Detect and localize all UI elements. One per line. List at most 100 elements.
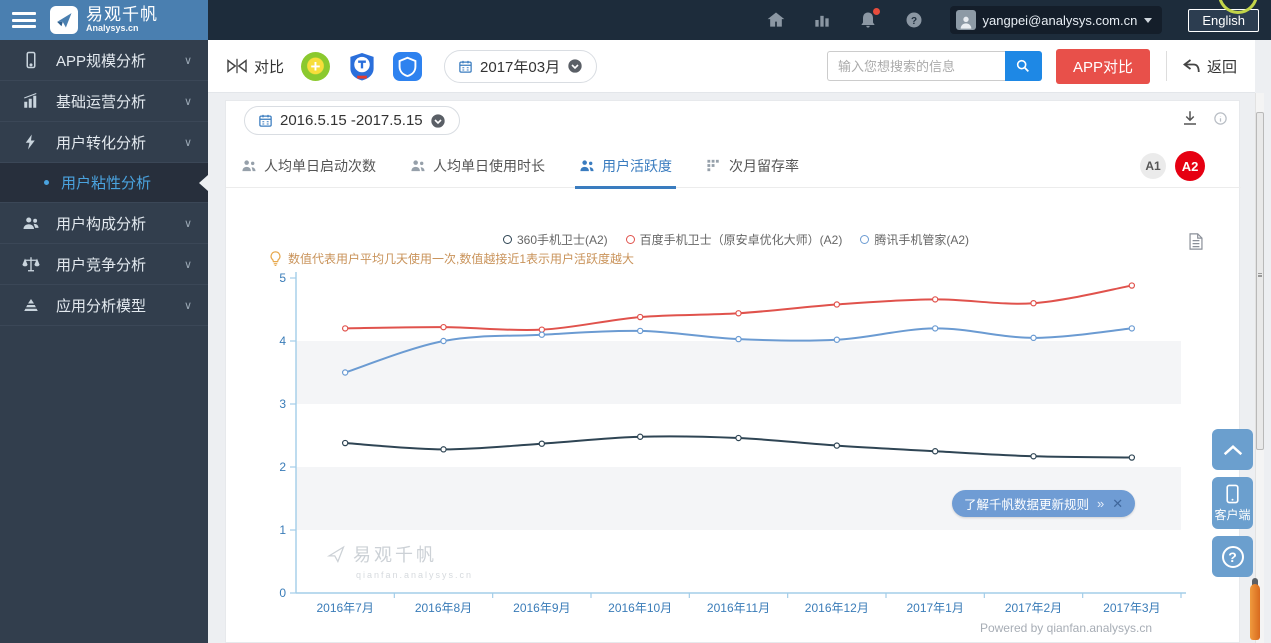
mobile-client-button[interactable]: 客户端 [1212, 477, 1253, 529]
date-range-selector[interactable]: 2016.5.15 -2017.5.15 [244, 106, 460, 135]
chevron-down-icon: ∨ [183, 217, 192, 230]
data-point[interactable] [440, 337, 447, 345]
sidebar-subitem-label: 用户粘性分析 [61, 175, 152, 192]
data-point[interactable] [931, 296, 939, 303]
x-tick-label: 2016年9月 [513, 601, 570, 615]
month-selector[interactable]: 2017年03月 [444, 49, 598, 83]
tab-next-month-retention[interactable]: 次月留存率 [706, 144, 799, 188]
legend-item[interactable]: 腾讯手机管家(A2) [860, 231, 969, 248]
chevron-down-icon: ∨ [183, 95, 192, 108]
compare-toggle[interactable]: 对比 [226, 56, 284, 77]
user-account-dropdown[interactable]: yangpei@analysys.com.cn [949, 6, 1163, 34]
back-label: 返回 [1206, 58, 1237, 76]
data-point[interactable] [636, 433, 644, 440]
legend-item[interactable]: 百度手机卫士（原安卓优化大师）(A2) [625, 231, 842, 248]
user-email: yangpei@analysys.com.cn [982, 12, 1138, 28]
sidebar-item-user-composition[interactable]: 用户构成分析 ∨ [0, 203, 208, 244]
legend-ring-icon [502, 235, 512, 244]
series-line[interactable] [345, 284, 1133, 332]
x-tick-label: 2017年2月 [1005, 601, 1062, 615]
sidebar-item-label: 用户构成分析 [56, 215, 147, 233]
data-point[interactable] [833, 301, 841, 308]
back-button[interactable]: 返回 [1182, 56, 1237, 77]
home-icon[interactable] [766, 10, 786, 30]
scale-icon [22, 255, 40, 273]
data-point[interactable] [1128, 454, 1136, 461]
data-point[interactable] [538, 331, 546, 338]
sidebar-subitem-user-stickiness-active[interactable]: 用户粘性分析 [0, 163, 208, 203]
tab-daily-launches[interactable]: 人均单日启动次数 [241, 144, 376, 188]
page-scrollbar [1255, 93, 1264, 643]
y-tick-label: 4 [279, 334, 286, 348]
y-tick-label: 5 [279, 271, 286, 285]
data-point[interactable] [735, 335, 742, 343]
stats-icon[interactable] [812, 10, 832, 30]
badge-a2[interactable]: A2 [1175, 151, 1205, 181]
sidebar-item-app-scale[interactable]: APP规模分析 ∨ [0, 40, 208, 81]
data-point[interactable] [1030, 300, 1037, 307]
update-rules-tooltip[interactable]: 了解千帆数据更新规则 » ✕ [952, 490, 1136, 517]
app-toolbar: 对比 + 2017年03月 APP对比 返回 [208, 40, 1255, 93]
data-point[interactable] [1128, 282, 1136, 289]
sidebar-item-label: 应用分析模型 [56, 297, 147, 315]
back-to-top-button[interactable] [1212, 429, 1253, 470]
data-point[interactable] [1030, 334, 1037, 342]
data-point[interactable] [833, 336, 841, 343]
app-icon-baidu-guard[interactable] [347, 52, 376, 81]
data-point[interactable] [341, 439, 349, 447]
tab-user-activity[interactable]: 用户活跃度 [575, 144, 676, 189]
data-point[interactable] [538, 440, 546, 447]
data-point[interactable] [1128, 325, 1136, 332]
search-button[interactable] [1004, 51, 1042, 81]
bullet-dot-icon [44, 180, 49, 185]
notifications-bell-icon[interactable] [858, 8, 880, 30]
y-tick-label: 3 [279, 397, 286, 411]
data-point[interactable] [833, 442, 841, 449]
data-point[interactable] [735, 434, 742, 442]
chevron-down-icon: ∨ [183, 54, 192, 67]
chart-note: 数值代表用户平均几天使用一次,数值越接近1表示用户活跃度越大 [269, 250, 634, 267]
sidebar-item-basic-operation[interactable]: 基础运营分析 ∨ [0, 81, 208, 122]
legend-item[interactable]: 360手机卫士(A2) [502, 231, 608, 248]
brand-title: 易观千帆 [86, 5, 158, 25]
data-point[interactable] [341, 369, 349, 376]
x-tick-label: 2016年8月 [415, 601, 472, 615]
calendar-icon [459, 60, 472, 73]
tooltip-more-arrow[interactable]: » [1097, 496, 1104, 511]
lightbulb-icon [270, 251, 281, 266]
data-point[interactable] [636, 313, 644, 321]
help-button[interactable]: ? [1212, 536, 1253, 577]
download-icon[interactable] [1181, 109, 1199, 127]
data-point[interactable] [931, 325, 939, 332]
tab-daily-usage-time[interactable]: 人均单日使用时长 [410, 144, 545, 188]
app-icon-360-guard[interactable]: + [301, 51, 331, 81]
users-icon [241, 158, 258, 173]
help-icon[interactable]: ? [904, 10, 924, 30]
data-point[interactable] [341, 325, 349, 332]
sidebar-item-analysis-models[interactable]: 应用分析模型 ∨ [0, 285, 208, 326]
question-icon: ? [1221, 545, 1244, 568]
phone-icon [1226, 484, 1239, 503]
activity-chart[interactable]: 0 1 2 3 4 5 2016年7月 2016年8月 2016年9月 2016年10月 2016年… [276, 269, 1196, 624]
data-point[interactable] [636, 327, 644, 335]
data-point[interactable] [440, 323, 447, 331]
scrollbar-thumb[interactable] [1256, 112, 1264, 450]
data-point[interactable] [440, 446, 447, 453]
data-point[interactable] [1030, 453, 1037, 460]
data-point[interactable] [931, 448, 939, 455]
info-icon[interactable] [1213, 111, 1228, 126]
sidebar-item-user-conversion[interactable]: 用户转化分析 ∨ [0, 122, 208, 163]
close-icon[interactable]: ✕ [1112, 496, 1123, 512]
menu-icon[interactable] [12, 12, 36, 28]
search-input[interactable] [826, 51, 1005, 81]
data-point[interactable] [735, 310, 742, 317]
app-compare-button[interactable]: APP对比 [1055, 48, 1150, 84]
data-view-icon[interactable] [1189, 233, 1203, 250]
language-toggle-button[interactable]: English [1188, 8, 1259, 32]
grid-band [296, 341, 1181, 404]
sidebar-item-user-competition[interactable]: 用户竞争分析 ∨ [0, 244, 208, 285]
badge-a1[interactable]: A1 [1140, 153, 1166, 179]
data-point[interactable] [538, 326, 546, 333]
app-icon-tencent-manager[interactable] [393, 51, 423, 81]
phone-icon [22, 51, 40, 69]
